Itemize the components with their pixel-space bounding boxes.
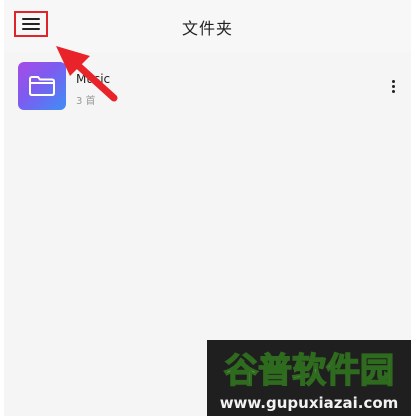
folder-thumbnail bbox=[18, 62, 66, 110]
watermark-url: www.gupuxiazai.com bbox=[220, 394, 399, 412]
app-frame: 文件夹 Music 3 首 谷普软件园 www.gupuxiazai.com bbox=[4, 0, 411, 416]
more-vertical-icon bbox=[392, 80, 395, 83]
folder-name: Music bbox=[76, 72, 111, 86]
watermark-banner: 谷普软件园 www.gupuxiazai.com bbox=[207, 340, 411, 416]
page-title: 文件夹 bbox=[181, 19, 233, 38]
more-options-button[interactable] bbox=[386, 77, 400, 97]
folder-list-item[interactable]: Music 3 首 bbox=[4, 58, 411, 114]
watermark-brand: 谷普软件园 bbox=[224, 351, 394, 391]
folder-icon bbox=[29, 76, 55, 96]
top-app-bar: 文件夹 bbox=[4, 0, 411, 52]
folder-track-count: 3 首 bbox=[76, 96, 96, 107]
